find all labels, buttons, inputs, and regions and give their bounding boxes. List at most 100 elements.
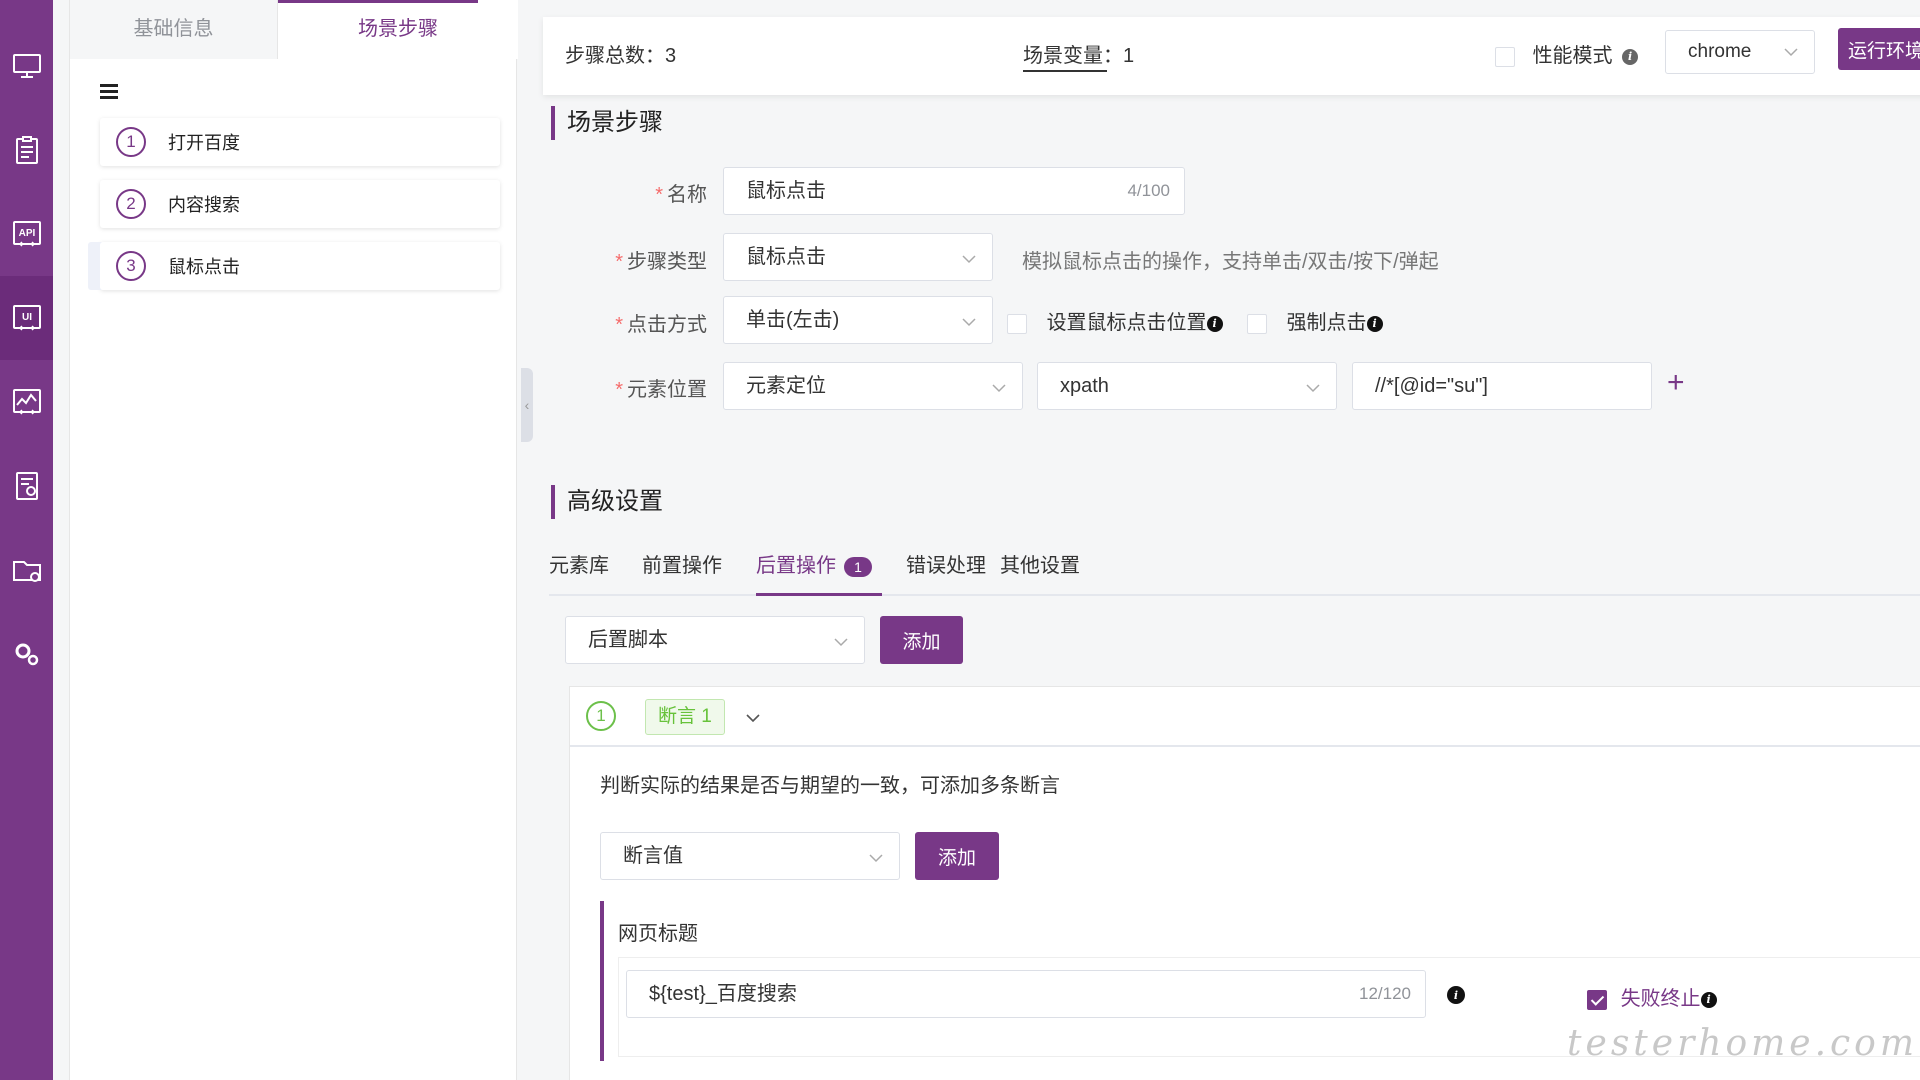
assertion-type-select[interactable]: 断言值 — [600, 832, 900, 880]
ui-icon: UI — [12, 305, 41, 331]
scene-steps-title: 场景步骤 — [551, 106, 663, 140]
assertion-description: 判断实际的结果是否与期望的一致，可添加多条断言 — [600, 775, 1060, 797]
chevron-left-icon: ‹ — [524, 397, 530, 413]
assertion-type-value: 断言值 — [623, 845, 683, 867]
step-name-input[interactable]: 鼠标点击 4/100 — [723, 167, 1185, 215]
step-total: 步骤总数：3 — [565, 17, 676, 95]
nav-performance-test[interactable] — [0, 360, 53, 444]
menu-icon[interactable] — [100, 84, 118, 100]
set-position-checkbox[interactable] — [1007, 313, 1027, 334]
nav-settings[interactable] — [0, 612, 53, 696]
step-name-value: 鼠标点击 — [746, 180, 826, 202]
step-item-selected[interactable]: 3 鼠标点击 — [100, 242, 500, 290]
tab-post-operation[interactable]: 后置操作 1 — [756, 548, 882, 596]
fail-stop-option[interactable]: 失败终止 i — [1587, 982, 1717, 1011]
scene-var-value: 1 — [1123, 45, 1135, 67]
report-icon — [15, 472, 38, 500]
run-environment-button[interactable]: 运行环境 — [1838, 28, 1920, 70]
chevron-down-icon — [962, 318, 976, 327]
info-icon[interactable]: i — [1447, 986, 1465, 1004]
step-type-hint: 模拟鼠标点击的操作，支持单击/双击/按下/弹起 — [1022, 251, 1439, 273]
element-mode-select[interactable]: 元素定位 — [723, 362, 1023, 410]
ui-icon-label: UI — [22, 312, 32, 323]
name-label: * 名称 — [655, 184, 707, 206]
chevron-down-icon — [1784, 48, 1798, 57]
nav-ui-test[interactable]: UI — [0, 276, 53, 360]
set-position-option[interactable]: 设置鼠标点击位置 i — [1007, 306, 1223, 335]
char-counter: 4/100 — [1127, 181, 1170, 200]
count-badge: 1 — [844, 556, 872, 577]
scene-var-label: 场景变量： — [1023, 45, 1123, 67]
locator-type-select[interactable]: xpath — [1037, 362, 1337, 410]
scene-variables-link[interactable]: 场景变量：1 — [1023, 17, 1134, 95]
chevron-down-icon[interactable] — [745, 711, 761, 725]
browser-select[interactable]: chrome — [1665, 30, 1815, 74]
locator-type-value: xpath — [1060, 375, 1109, 397]
step-item[interactable]: 1 打开百度 — [100, 118, 500, 166]
monitor-icon — [12, 54, 41, 78]
fail-stop-label: 失败终止 — [1620, 988, 1701, 1010]
force-click-option[interactable]: 强制点击 i — [1247, 306, 1383, 335]
add-locator-plus-icon[interactable]: + — [1667, 366, 1685, 400]
add-assertion-button[interactable]: 添加 — [915, 832, 999, 880]
clipboard-icon — [15, 136, 38, 164]
element-mode-value: 元素定位 — [746, 375, 826, 397]
step-number: 3 — [116, 251, 146, 281]
panel-collapse-handle[interactable]: ‹ — [521, 368, 533, 442]
perf-mode-checkbox[interactable] — [1495, 46, 1515, 67]
info-icon[interactable]: i — [1622, 48, 1639, 65]
assertion-number: 1 — [586, 701, 616, 731]
step-total-value: 3 — [665, 45, 677, 67]
step-label: 打开百度 — [168, 133, 240, 153]
nav-report[interactable] — [0, 444, 53, 528]
chevron-down-icon — [834, 638, 848, 647]
tab-error-handling[interactable]: 错误处理 — [906, 548, 986, 596]
step-type-label: * 步骤类型 — [615, 251, 707, 273]
assertion-header: 1 断言 1 — [570, 687, 1920, 747]
fail-stop-checkbox[interactable] — [1587, 989, 1607, 1010]
perf-mode-toggle[interactable]: 性能模式 i — [1495, 17, 1639, 95]
nav-project[interactable] — [0, 528, 53, 612]
element-position-label: * 元素位置 — [615, 379, 707, 401]
tab-element-library[interactable]: 元素库 — [549, 548, 609, 596]
info-icon[interactable]: i — [1206, 315, 1223, 332]
top-toolbar: 步骤总数：3 场景变量：1 性能模式 i chrome 运行环境 — [543, 17, 1920, 95]
add-post-operation-button[interactable]: 添加 — [880, 616, 963, 664]
nav-workstation[interactable] — [0, 24, 53, 108]
expected-title-value: ${test}_百度搜索 — [649, 983, 797, 1005]
post-script-select[interactable]: 后置脚本 — [565, 616, 865, 664]
expected-title-input[interactable]: ${test}_百度搜索 12/120 — [626, 970, 1426, 1018]
page-title-label: 网页标题 — [618, 923, 698, 945]
click-mode-select[interactable]: 单击(左击) — [723, 296, 993, 344]
tab-basic-info[interactable]: 基础信息 — [70, 0, 278, 59]
step-label: 鼠标点击 — [168, 257, 240, 277]
chevron-down-icon — [1306, 384, 1320, 393]
assertion-tag: 断言 1 — [645, 699, 725, 735]
step-item[interactable]: 2 内容搜索 — [100, 180, 500, 228]
settings-icon — [15, 643, 38, 666]
nav-api-test[interactable]: API — [0, 192, 53, 276]
main-content: 步骤总数：3 场景变量：1 性能模式 i chrome 运行环境 场景步骤 * 名… — [535, 0, 1920, 1080]
step-type-select[interactable]: 鼠标点击 — [723, 233, 993, 281]
tab-other-settings[interactable]: 其他设置 — [1000, 548, 1080, 596]
info-icon[interactable]: i — [1366, 315, 1383, 332]
info-icon[interactable]: i — [1700, 991, 1717, 1008]
panel-tabs: 基础信息 场景步骤 — [70, 0, 518, 59]
chevron-down-icon — [992, 384, 1006, 393]
step-type-value: 鼠标点击 — [746, 246, 826, 268]
nav-test-tracking[interactable] — [0, 108, 53, 192]
click-mode-value: 单击(左击) — [746, 309, 840, 331]
step-number: 1 — [116, 127, 146, 157]
advanced-settings-title: 高级设置 — [551, 485, 663, 519]
tab-post-operation-label: 后置操作 — [756, 555, 836, 577]
api-icon: API — [12, 221, 41, 247]
force-click-checkbox[interactable] — [1247, 313, 1267, 334]
browser-select-value: chrome — [1688, 41, 1752, 62]
scenario-steps-panel: 基础信息 场景步骤 1 打开百度 2 内容搜索 3 鼠标点击 — [69, 0, 518, 1080]
assertion-card: 1 断言 1 判断实际的结果是否与期望的一致，可添加多条断言 断言值 添加 网页… — [569, 686, 1920, 1080]
tab-pre-operation[interactable]: 前置操作 — [642, 548, 722, 596]
performance-icon — [12, 389, 41, 415]
step-label: 内容搜索 — [168, 195, 240, 215]
locator-value-input[interactable]: //*[@id="su"] — [1352, 362, 1652, 410]
tab-scenario-steps[interactable]: 场景步骤 — [278, 0, 518, 59]
